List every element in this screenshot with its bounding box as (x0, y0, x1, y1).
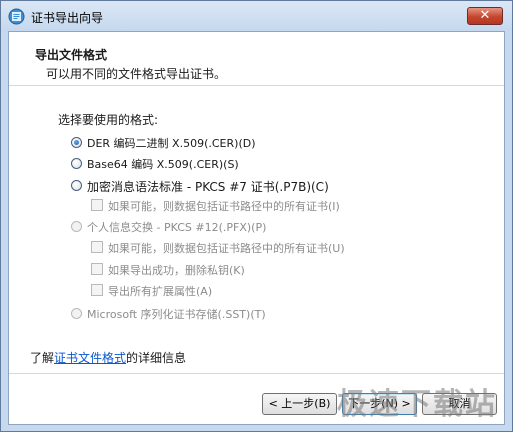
option-pfx-export-ext-label: 导出所有扩展属性(A) (108, 285, 213, 298)
option-pkcs7-label: 加密消息语法标准 - PKCS #7 证书(.P7B)(C) (87, 180, 329, 194)
radio-dot (74, 140, 79, 145)
checkbox-pfx-include-all[interactable] (91, 241, 103, 253)
page-subtitle: 可以用不同的文件格式导出证书。 (46, 67, 227, 81)
learn-more-suffix: 的详细信息 (126, 351, 187, 365)
footer-divider (9, 373, 504, 374)
radio-sst[interactable] (71, 308, 82, 319)
option-pfx-delete-key-label: 如果导出成功，删除私钥(K) (108, 264, 245, 277)
radio-pkcs7[interactable] (71, 180, 82, 191)
radio-base64[interactable] (71, 158, 82, 169)
header-divider (9, 85, 504, 86)
checkbox-pkcs7-include-all[interactable] (91, 199, 103, 211)
watermark-text: 极速下载站 (337, 387, 497, 422)
close-button[interactable]: ✕ (467, 7, 503, 25)
title-bar[interactable]: 证书导出向导 ✕ (1, 1, 512, 31)
radio-der-selected[interactable] (71, 137, 82, 148)
page-title: 导出文件格式 (35, 48, 108, 62)
checkbox-pfx-delete-key[interactable] (91, 263, 103, 275)
option-pkcs7-include-all-label: 如果可能，则数据包括证书路径中的所有证书(I) (108, 200, 340, 213)
option-pfx-include-all-label: 如果可能，则数据包括证书路径中的所有证书(U) (108, 242, 345, 255)
radio-pfx[interactable] (71, 221, 82, 232)
window-title: 证书导出向导 (31, 11, 104, 25)
certificate-icon (8, 8, 25, 25)
learn-more-text: 了解证书文件格式的详细信息 (30, 349, 186, 366)
format-prompt: 选择要使用的格式: (58, 113, 159, 127)
wizard-content: 导出文件格式 可以用不同的文件格式导出证书。 选择要使用的格式: DER 编码二… (8, 31, 505, 425)
learn-more-prefix: 了解 (30, 351, 55, 365)
learn-more-link[interactable]: 证书文件格式 (54, 351, 126, 365)
back-button[interactable]: < 上一步(B) (262, 393, 337, 415)
option-sst-label: Microsoft 序列化证书存储(.SST)(T) (87, 308, 266, 321)
option-der-label: DER 编码二进制 X.509(.CER)(D) (87, 137, 256, 150)
option-pfx-label: 个人信息交换 - PKCS #12(.PFX)(P) (87, 221, 267, 234)
option-base64-label: Base64 编码 X.509(.CER)(S) (87, 158, 239, 171)
export-wizard-window: 证书导出向导 ✕ 导出文件格式 可以用不同的文件格式导出证书。 选择要使用的格式… (0, 0, 513, 432)
checkbox-pfx-export-ext[interactable] (91, 284, 103, 296)
